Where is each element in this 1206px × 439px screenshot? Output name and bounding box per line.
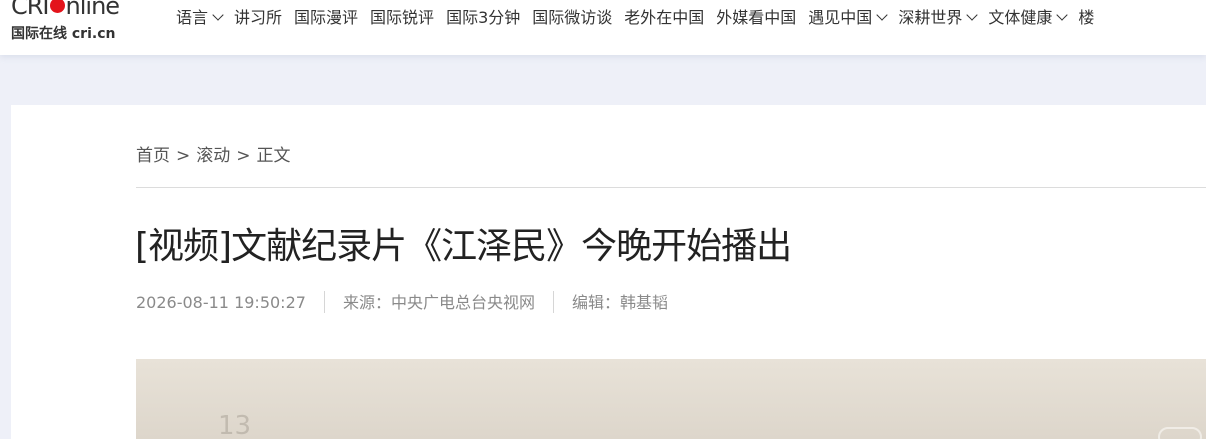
logo-red-dot-icon — [49, 0, 65, 13]
nav-item[interactable]: 国际微访谈 — [532, 7, 612, 29]
nav-item[interactable]: 楼 — [1078, 7, 1094, 29]
chevron-down-icon — [1056, 9, 1069, 21]
article-meta: 2026-08-11 19:50:27 来源：中央广电总台央视网 编辑：韩基韬 — [136, 289, 668, 313]
nav-item[interactable]: 遇见中国 — [808, 7, 888, 29]
top-navigation-bar: CRI nline 国际在线 cri.cn 语言 讲习所 国际漫评 国际锐评 国际3分钟国… — [0, 0, 1206, 55]
nav-item-label: 老外在中国 — [624, 8, 705, 27]
chevron-down-icon — [966, 9, 978, 21]
video-logo-mark — [1158, 427, 1202, 439]
meta-divider — [552, 291, 554, 313]
nav-item-label: 深耕世界 — [898, 8, 963, 27]
breadcrumb-divider — [136, 187, 1206, 188]
nav-item-label: 国际锐评 — [370, 8, 435, 27]
nav-item-label: 外媒看中国 — [716, 8, 797, 27]
publish-date: 2026-08-11 19:50:27 — [136, 293, 306, 312]
nav-item[interactable]: 语言 — [176, 7, 224, 29]
nav-item[interactable]: 深耕世界 — [898, 7, 978, 29]
article-editor: 编辑：韩基韬 — [571, 293, 668, 312]
nav-item-label: 国际微访谈 — [532, 8, 613, 27]
breadcrumb-separator: > — [176, 146, 191, 166]
video-player[interactable]: 13 — [136, 359, 1206, 439]
nav-item[interactable]: 国际漫评 — [294, 7, 358, 29]
meta-divider — [323, 291, 325, 313]
nav-item[interactable]: 老外在中国 — [624, 7, 704, 29]
nav-item[interactable]: 文体健康 — [988, 7, 1069, 29]
breadcrumb-scroll[interactable]: 滚动 — [196, 146, 230, 166]
nav-item[interactable]: 国际锐评 — [370, 7, 434, 29]
nav-item-label: 文体健康 — [988, 8, 1053, 27]
cri-online-logo[interactable]: CRI nline 国际在线 cri.cn — [11, 0, 141, 44]
nav-item-label: 国际漫评 — [294, 8, 359, 27]
main-nav: 语言 讲习所 国际漫评 国际锐评 国际3分钟 国际微访谈 老外在中国 外媒看中国 遇见中国 深耕世… — [176, 7, 1106, 29]
chevron-down-icon — [876, 9, 888, 21]
nav-item[interactable]: 讲习所 — [234, 7, 282, 29]
video-watermark: 13 — [218, 411, 252, 439]
nav-item-label: 讲习所 — [234, 8, 283, 27]
nav-item[interactable]: 外媒看中国 — [716, 7, 796, 29]
article-source: 来源：中央广电总台央视网 — [342, 293, 535, 312]
nav-item[interactable]: 国际3分钟 — [446, 7, 520, 29]
nav-item-label: 楼 — [1078, 8, 1095, 27]
nav-item-label: 遇见中国 — [808, 8, 873, 27]
article-title: [视频]文献纪录片《江泽民》今晚开始播出 — [135, 226, 792, 267]
breadcrumb-current: 正文 — [256, 146, 291, 166]
logo-wordmark: CRI nline — [11, 0, 120, 20]
breadcrumb-separator: > — [236, 146, 251, 166]
article-card: 首页 > 滚动 > 正文 [视频]文献纪录片《江泽民》今晚开始播出 2026-08-11… — [11, 105, 1206, 439]
nav-item-label: 语言 — [176, 8, 209, 27]
nav-item-label: 国际3分钟 — [446, 8, 521, 27]
breadcrumb-home[interactable]: 首页 — [136, 146, 170, 166]
logo-subtitle: 国际在线 cri.cn — [11, 26, 116, 42]
chevron-down-icon — [212, 9, 224, 21]
breadcrumb: 首页 > 滚动 > 正文 — [136, 141, 291, 166]
